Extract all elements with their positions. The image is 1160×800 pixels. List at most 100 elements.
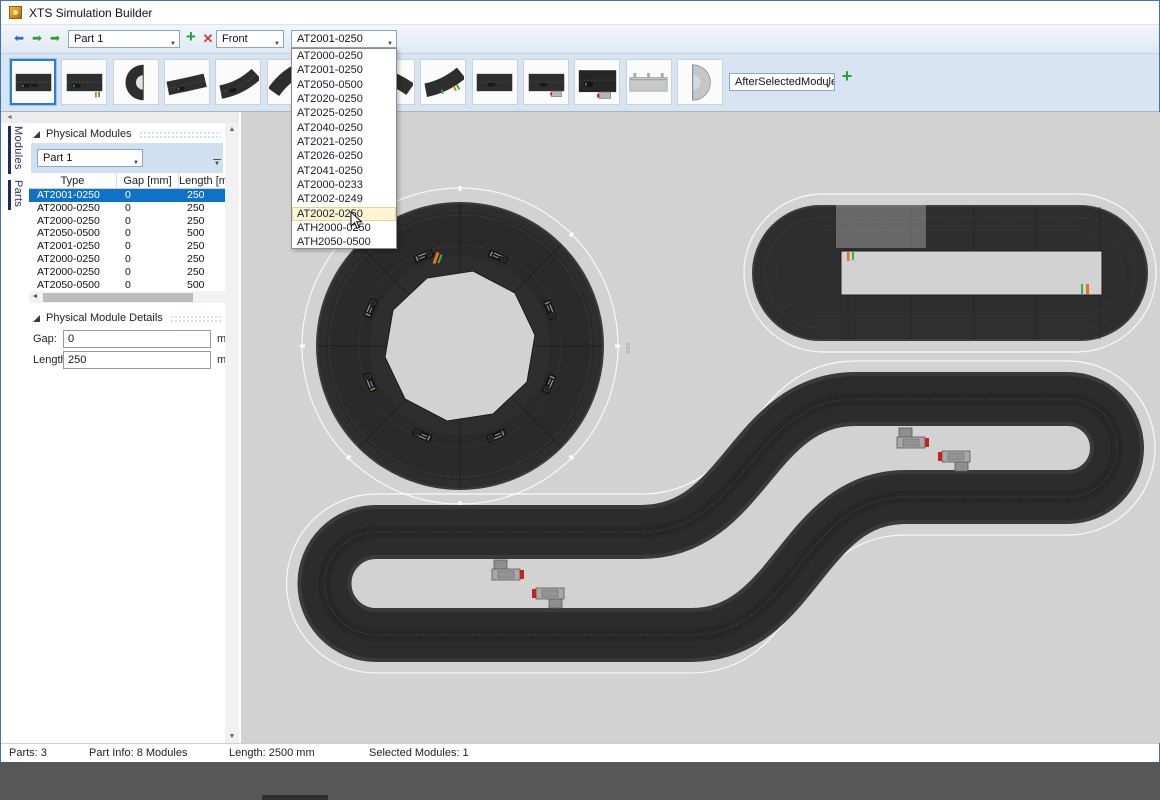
dropdown-item[interactable]: AT2000-0250 bbox=[292, 49, 396, 63]
xts-simulation-builder-window: XTS Simulation Builder ⬅ ➡ ➡ Part 1 ▼ + … bbox=[0, 0, 1160, 762]
insert-mode-select-value: AfterSelectedModule bbox=[735, 76, 835, 88]
tab-indicator bbox=[8, 180, 11, 210]
modules-table-header: Type Gap [mm] Length [mm] bbox=[29, 173, 237, 189]
forward-arrow-icon[interactable]: ➡ bbox=[29, 30, 45, 47]
chevron-down-icon: ▼ bbox=[825, 79, 831, 91]
tab-modules[interactable]: Modules bbox=[12, 126, 24, 170]
scroll-left-icon[interactable]: ◄ bbox=[29, 291, 41, 303]
tab-parts[interactable]: Parts bbox=[12, 180, 24, 207]
table-cell-type: AT2001-0250 bbox=[29, 189, 117, 202]
status-parts: Parts: 3 bbox=[9, 747, 47, 759]
window-title: XTS Simulation Builder bbox=[29, 6, 152, 20]
add-part-button[interactable]: + bbox=[183, 28, 199, 45]
dropdown-item[interactable]: AT2050-0500 bbox=[292, 78, 396, 92]
dropdown-item[interactable]: ATH2000-0250 bbox=[292, 221, 396, 235]
scroll-up-icon[interactable]: ▲ bbox=[225, 123, 239, 136]
scrollbar-thumb[interactable] bbox=[43, 293, 193, 302]
table-cell-gap: 0 bbox=[117, 266, 179, 279]
oval-track-inner-hole bbox=[841, 251, 1102, 295]
dropdown-item[interactable]: AT2021-0250 bbox=[292, 135, 396, 149]
module-thumbnail-straight-plain[interactable] bbox=[472, 59, 518, 105]
table-cell-gap: 0 bbox=[117, 202, 179, 215]
dropdown-item[interactable]: AT2026-0250 bbox=[292, 149, 396, 163]
status-selected-modules: Selected Modules: 1 bbox=[369, 747, 469, 759]
chevron-down-icon: ▼ bbox=[387, 36, 393, 48]
toolbar: ⬅ ➡ ➡ Part 1 ▼ + ✕ Front ▼ AT2001-0250 ▼ bbox=[1, 25, 1159, 54]
collapse-left-icon: ◄ bbox=[6, 114, 13, 121]
table-row[interactable]: AT2001-02500250 bbox=[29, 240, 237, 253]
physical-modules-header[interactable]: Physical Modules bbox=[33, 127, 221, 141]
length-input[interactable]: 250 bbox=[63, 351, 211, 369]
back-arrow-icon[interactable]: ⬅ bbox=[11, 30, 27, 47]
column-header-gap[interactable]: Gap [mm] bbox=[117, 173, 179, 188]
chevron-down-icon: ▼ bbox=[133, 155, 139, 167]
side-select-value: Front bbox=[222, 33, 248, 45]
panel-collapse-strip[interactable]: ◄ bbox=[1, 112, 239, 123]
mouse-cursor bbox=[350, 211, 364, 230]
dropdown-item[interactable]: AT2025-0250 bbox=[292, 106, 396, 120]
module-thumbnail-gray-half-circle[interactable] bbox=[677, 59, 723, 105]
insert-mode-select[interactable]: AfterSelectedModule ▼ bbox=[729, 73, 835, 91]
table-row[interactable]: AT2000-02500250 bbox=[29, 202, 237, 215]
table-cell-type: AT2000-0250 bbox=[29, 202, 117, 215]
scroll-down-icon[interactable]: ▼ bbox=[225, 730, 239, 743]
side-select[interactable]: Front ▼ bbox=[216, 30, 284, 48]
dim-label: 1000 bbox=[624, 342, 630, 353]
screen: XTS Simulation Builder ⬅ ➡ ➡ Part 1 ▼ + … bbox=[0, 0, 1160, 800]
chevron-down-icon: ▼ bbox=[170, 36, 176, 48]
module-thumbnail-half-circle[interactable] bbox=[113, 59, 159, 105]
table-cell-gap: 0 bbox=[117, 189, 179, 202]
table-cell-gap: 0 bbox=[117, 253, 179, 266]
table-horizontal-scrollbar[interactable]: ◄ ► bbox=[29, 291, 237, 303]
table-cell-gap: 0 bbox=[117, 215, 179, 228]
module-thumbnail-straight[interactable] bbox=[10, 59, 56, 105]
module-dropdown-list: AT2000-0250AT2001-0250AT2050-0500AT2020-… bbox=[291, 48, 397, 249]
title-bar: XTS Simulation Builder bbox=[1, 1, 1159, 25]
module-thumbnail-straight-mover[interactable] bbox=[574, 59, 620, 105]
dotted-leader bbox=[170, 315, 221, 322]
module-thumbnail-curve-45[interactable] bbox=[215, 59, 261, 105]
chevron-down-icon: ▼ bbox=[274, 36, 280, 48]
gap-input[interactable]: 0 bbox=[63, 330, 211, 348]
gap-label: Gap: bbox=[33, 333, 57, 345]
oval-track[interactable] bbox=[753, 205, 1147, 340]
table-row[interactable]: AT2001-02500250 bbox=[29, 189, 237, 202]
delete-part-button[interactable]: ✕ bbox=[200, 30, 216, 47]
table-row[interactable]: AT2000-02500250 bbox=[29, 215, 237, 228]
table-cell-type: AT2050-0500 bbox=[29, 279, 117, 292]
panel-vertical-scrollbar[interactable]: ▲ ▼ bbox=[225, 123, 239, 743]
dropdown-item[interactable]: AT2040-0250 bbox=[292, 121, 396, 135]
module-thumbnail-curve-slight[interactable] bbox=[164, 59, 210, 105]
pin-icon[interactable]: ▼ bbox=[213, 159, 221, 167]
part-select-value: Part 1 bbox=[74, 33, 103, 45]
part-select[interactable]: Part 1 ▼ bbox=[68, 30, 180, 48]
expander-triangle-icon bbox=[33, 315, 40, 322]
module-thumbnail-straight-marks[interactable] bbox=[61, 59, 107, 105]
module-thumbnail-gray-straight[interactable] bbox=[626, 59, 672, 105]
table-row[interactable]: AT2050-05000500 bbox=[29, 227, 237, 240]
dropdown-item[interactable]: AT2041-0250 bbox=[292, 164, 396, 178]
panel-part-select[interactable]: Part 1 ▼ bbox=[37, 149, 143, 167]
forward-to-end-arrow-icon[interactable]: ➡ bbox=[47, 30, 63, 47]
module-thumbnail-straight-bracket[interactable] bbox=[523, 59, 569, 105]
table-row[interactable]: AT2000-02500250 bbox=[29, 266, 237, 279]
part-select-box: Part 1 ▼ ▼ bbox=[31, 143, 223, 174]
expander-triangle-icon bbox=[33, 131, 40, 138]
modules-table-body: AT2001-02500250AT2000-02500250AT2000-025… bbox=[29, 189, 237, 291]
dropdown-item[interactable]: ATH2050-0500 bbox=[292, 235, 396, 249]
table-cell-gap: 0 bbox=[117, 240, 179, 253]
column-header-type[interactable]: Type bbox=[29, 173, 117, 188]
module-type-select[interactable]: AT2001-0250 ▼ bbox=[291, 30, 397, 48]
gap-field-row: Gap: 0 mm bbox=[33, 330, 233, 348]
table-cell-type: AT2000-0250 bbox=[29, 266, 117, 279]
dropdown-item[interactable]: AT2002-0249 bbox=[292, 192, 396, 206]
dropdown-item[interactable]: AT2020-0250 bbox=[292, 92, 396, 106]
module-thumbnail-curve-marks[interactable] bbox=[420, 59, 466, 105]
table-row[interactable]: AT2050-05000500 bbox=[29, 279, 237, 292]
dropdown-item[interactable]: AT2001-0250 bbox=[292, 63, 396, 77]
add-module-button[interactable]: + bbox=[838, 66, 856, 86]
table-row[interactable]: AT2000-02500250 bbox=[29, 253, 237, 266]
dropdown-item[interactable]: AT2002-0250 bbox=[292, 207, 396, 221]
module-details-header[interactable]: Physical Module Details bbox=[33, 311, 221, 325]
dropdown-item[interactable]: AT2000-0233 bbox=[292, 178, 396, 192]
